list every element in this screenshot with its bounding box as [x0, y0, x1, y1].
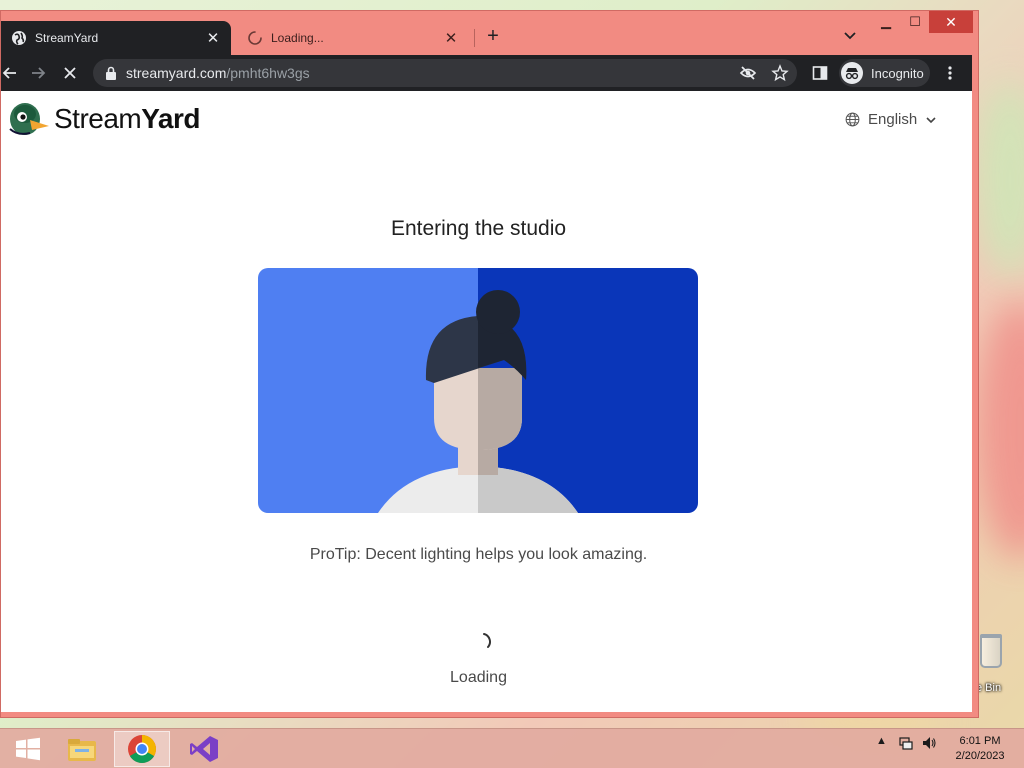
recycle-bin-shortcut[interactable]: e Bin: [976, 632, 1024, 704]
tab-title: Loading...: [271, 31, 324, 45]
minimize-button[interactable]: ▁: [871, 11, 901, 33]
side-panel-icon[interactable]: [811, 64, 829, 82]
globe-icon: [845, 112, 860, 127]
lighting-illustration: [258, 268, 698, 513]
brand-bold: Yard: [141, 103, 200, 134]
streamyard-logo[interactable]: StreamYard: [8, 101, 200, 137]
tab-close-icon[interactable]: ✕: [443, 30, 459, 46]
duck-logo-icon: [9, 103, 49, 135]
clock-time: 6:01 PM: [959, 735, 1001, 747]
clock-date: 2/20/2023: [955, 750, 1005, 762]
address-bar[interactable]: streamyard.com/pmht6hw3gs: [93, 59, 797, 87]
star-icon[interactable]: [771, 64, 789, 82]
page-title: Entering the studio: [390, 217, 567, 240]
maximize-button[interactable]: ☐: [900, 11, 930, 33]
tab-search-chevron-icon[interactable]: [843, 29, 857, 43]
globe-favicon-icon: [12, 31, 26, 45]
incognito-profile-button[interactable]: Incognito: [839, 59, 930, 87]
language-label: English: [868, 111, 918, 128]
tab-title: StreamYard: [35, 31, 99, 45]
loading-spinner-icon: [248, 31, 262, 45]
recycle-bin-label: e Bin: [976, 682, 1002, 694]
language-selector[interactable]: English: [845, 111, 937, 128]
tab-close-icon[interactable]: ✕: [205, 30, 221, 46]
close-window-button[interactable]: ✕: [929, 11, 973, 33]
visual-studio-icon: [190, 736, 218, 762]
folder-icon: [68, 739, 96, 761]
recycle-bin-icon: [980, 634, 1002, 668]
eye-off-icon[interactable]: [739, 64, 757, 82]
loading-spinner-icon: [483, 633, 491, 648]
incognito-label: Incognito: [871, 65, 924, 81]
wallpaper-accent: [975, 300, 1024, 560]
tab-strip: StreamYard ✕ Loading... ✕ + ▁ ☐ ✕: [1, 11, 978, 55]
loading-status: Loading: [450, 669, 507, 686]
arrow-right-icon[interactable]: [29, 64, 47, 82]
url-host: streamyard.com: [126, 65, 227, 81]
windows-logo-icon: [16, 737, 40, 761]
chevron-down-icon: [926, 116, 936, 123]
arrow-left-icon[interactable]: [1, 64, 19, 82]
wallpaper-accent: [975, 80, 1024, 280]
chrome-icon: [128, 735, 156, 763]
volume-icon[interactable]: [921, 735, 937, 751]
page-content: StreamYard English Entering the studio P…: [1, 91, 972, 712]
start-button[interactable]: [0, 731, 56, 767]
tab-divider: [474, 29, 475, 47]
browser-toolbar: streamyard.com/pmht6hw3gs Incognito: [1, 55, 972, 91]
kebab-menu-icon[interactable]: [941, 64, 959, 82]
taskbar: ▲ 6:01 PM 2/20/2023: [0, 728, 1024, 768]
brand-light: Stream: [54, 103, 142, 134]
brand-wordmark: StreamYard: [54, 103, 200, 135]
new-tab-button[interactable]: +: [483, 26, 503, 47]
chrome-taskbar-button[interactable]: [114, 731, 170, 767]
tab-loading[interactable]: Loading... ✕: [237, 21, 475, 55]
system-clock[interactable]: 6:01 PM 2/20/2023: [950, 734, 1010, 764]
tab-streamyard[interactable]: StreamYard ✕: [1, 21, 231, 55]
url-path: /pmht6hw3gs: [226, 65, 310, 81]
stop-loading-close-icon[interactable]: [61, 64, 79, 82]
visual-studio-button[interactable]: [176, 731, 232, 767]
incognito-icon: [841, 62, 863, 84]
protip-text: ProTip: Decent lighting helps you look a…: [309, 546, 648, 563]
file-explorer-button[interactable]: [54, 731, 110, 767]
network-icon[interactable]: [898, 735, 914, 751]
lock-icon: [106, 66, 116, 80]
show-hidden-icons-chevron-icon[interactable]: ▲: [876, 735, 887, 747]
browser-window: StreamYard ✕ Loading... ✕ + ▁ ☐ ✕ stream…: [0, 10, 979, 718]
